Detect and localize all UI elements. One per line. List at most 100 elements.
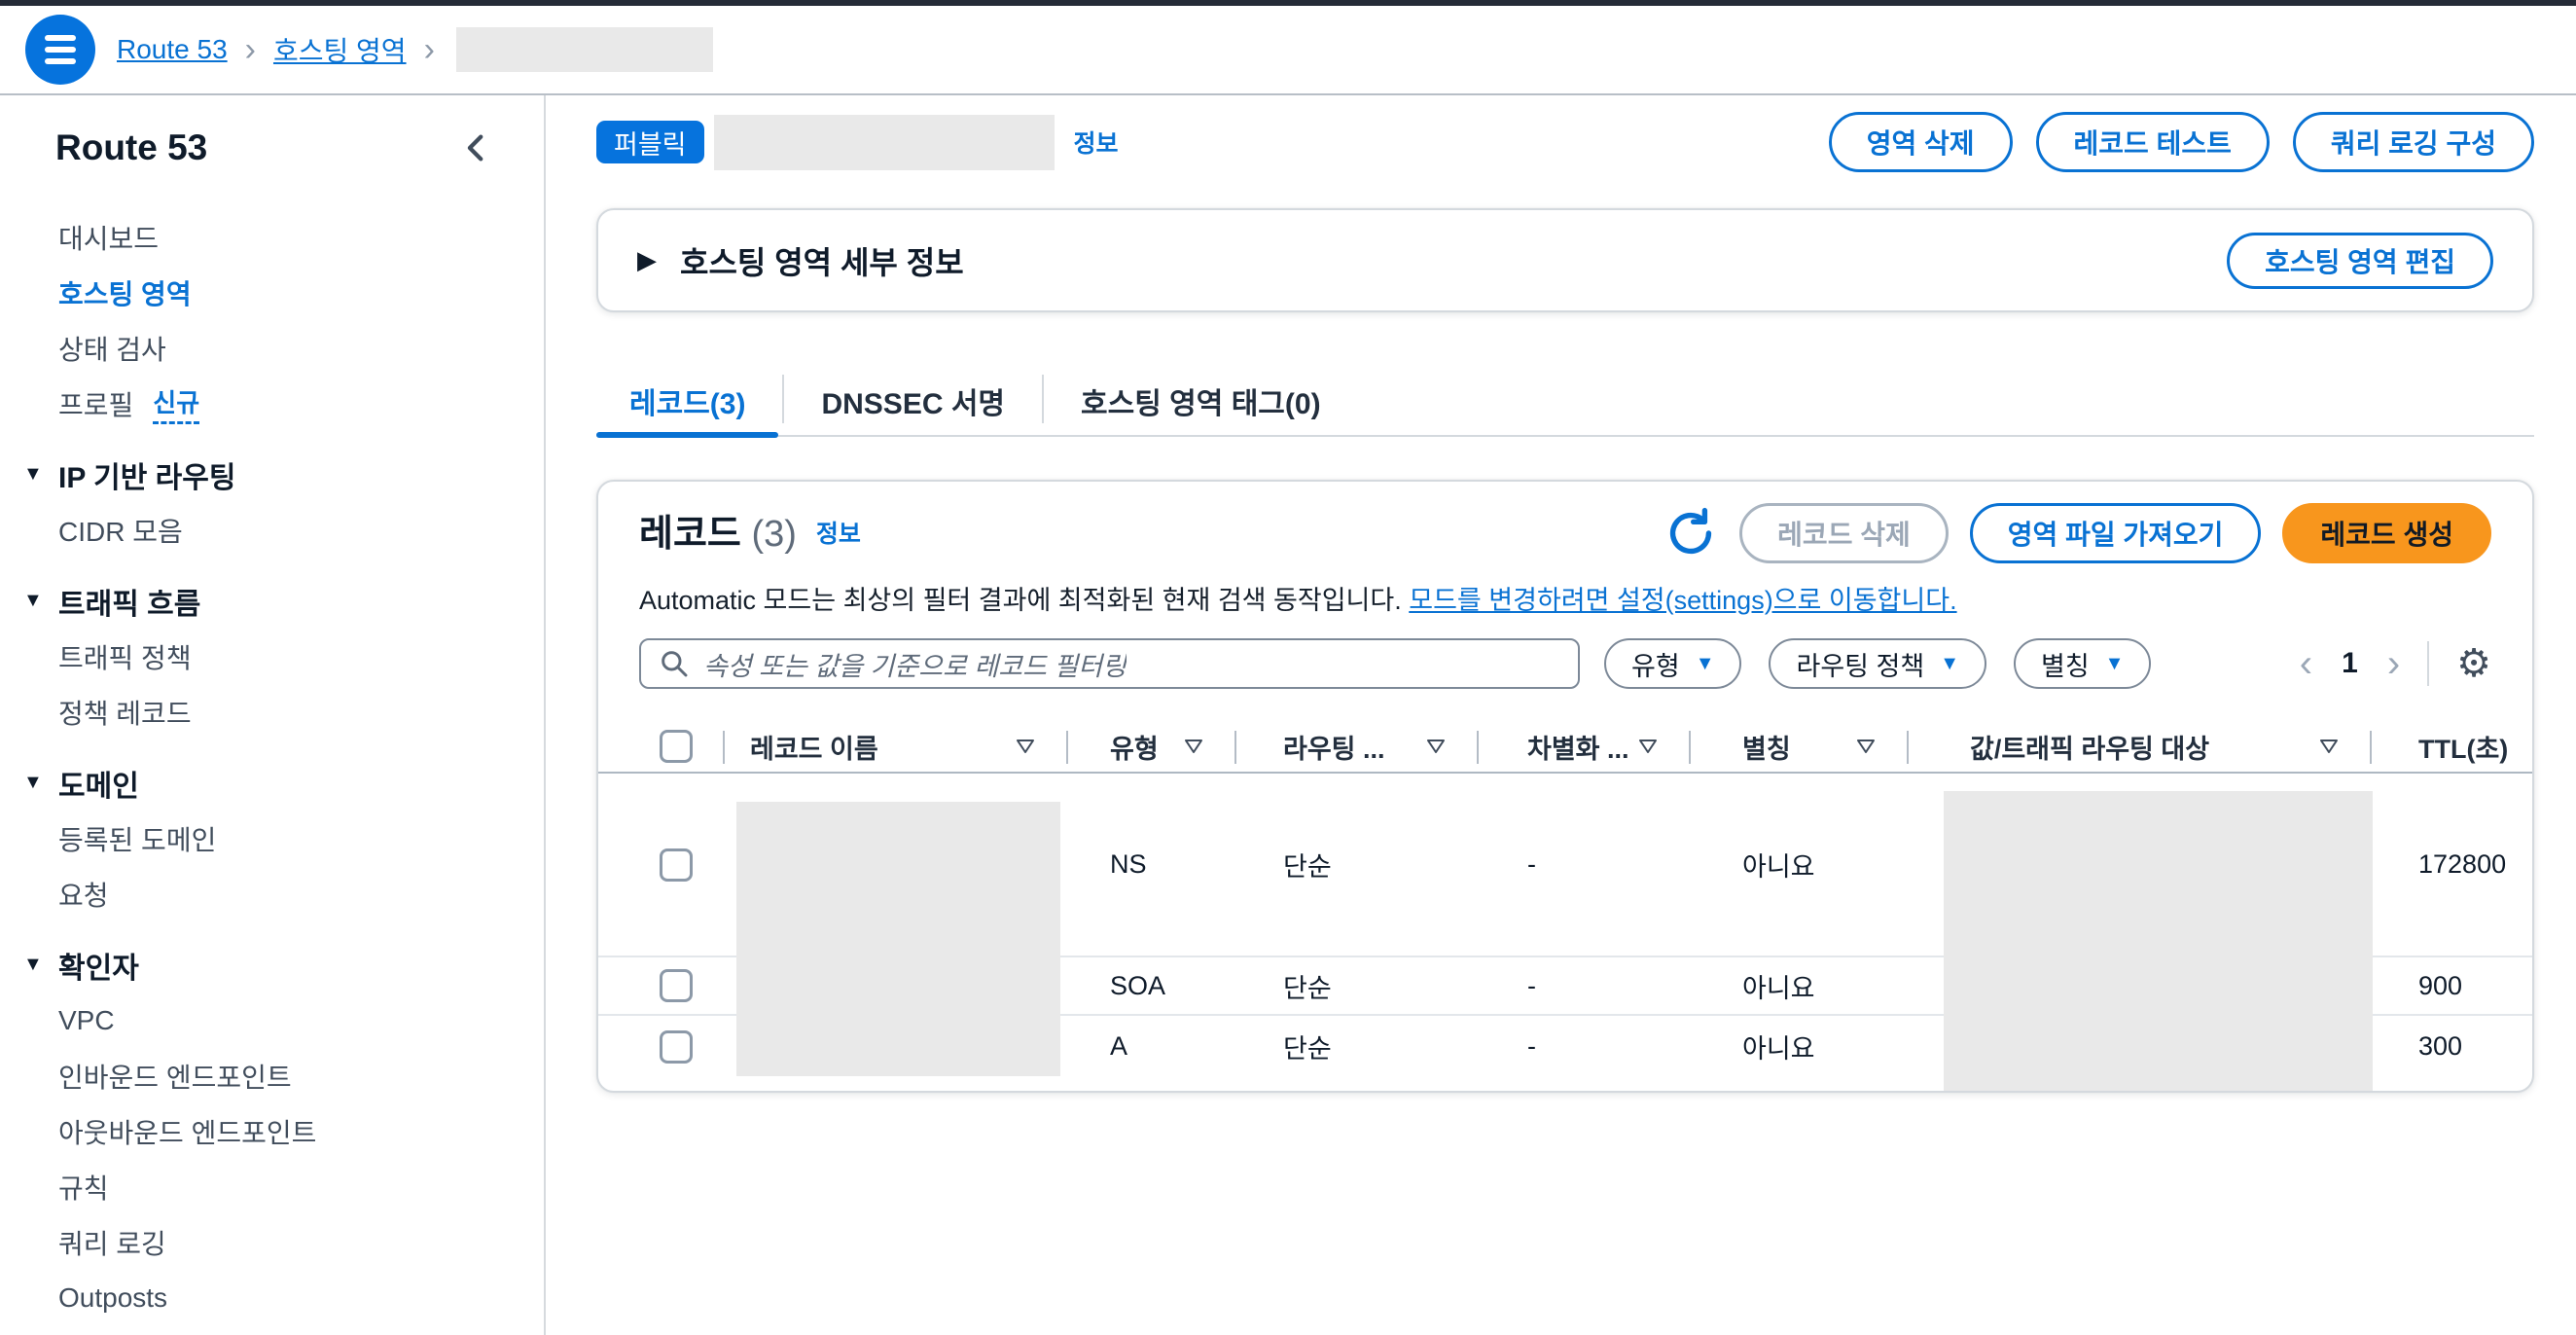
toolbar-divider xyxy=(2427,641,2429,686)
delete-record-button[interactable]: 레코드 삭제 xyxy=(1739,503,1949,563)
settings-mode-link[interactable]: 모드를 변경하려면 설정(settings)으로 이동합니다. xyxy=(1409,586,1956,615)
records-panel-title: 레코드 (3) xyxy=(639,516,797,553)
sidebar-section-resolver[interactable]: ▼ 확인자 xyxy=(0,937,544,992)
tab-hosted-zone-tags[interactable]: 호스팅 영역 태그(0) xyxy=(1048,365,1354,437)
sidebar-section-label: 확인자 xyxy=(58,944,139,987)
record-count: (3) xyxy=(751,514,796,555)
cell-alias: 아니요 xyxy=(1689,1016,1907,1077)
redacted-record-names xyxy=(736,802,1060,1076)
column-header-differentiator[interactable]: 차별화 ... xyxy=(1477,721,1689,772)
row-checkbox[interactable] xyxy=(660,969,693,1002)
triangle-down-icon: ▼ xyxy=(23,463,58,486)
breadcrumb-link-route53[interactable]: Route 53 xyxy=(117,34,228,65)
info-link[interactable]: 정보 xyxy=(1074,125,1119,160)
filter-toolbar: 속성 또는 값을 기준으로 레코드 필터링 유형 ▼ 라우팅 정책 ▼ 별칭 ▼… xyxy=(639,638,2491,689)
sidebar-item-outbound-endpoints[interactable]: 아웃바운드 엔드포인트 xyxy=(0,1103,544,1159)
alias-filter-dropdown[interactable]: 별칭 ▼ xyxy=(2014,638,2151,689)
breadcrumb-bar: Route 53 › 호스팅 영역 › xyxy=(0,6,2576,95)
sidebar-section-domains[interactable]: ▼ 도메인 xyxy=(0,755,544,811)
redacted-zone-name xyxy=(456,27,713,72)
cell-differentiator: - xyxy=(1477,774,1689,956)
sidebar-item-label: 프로필 xyxy=(58,384,133,423)
row-checkbox[interactable] xyxy=(660,1030,693,1064)
previous-page-button[interactable]: ‹ xyxy=(2300,644,2312,683)
sidebar-item-hosted-zones[interactable]: 호스팅 영역 xyxy=(0,265,544,320)
import-zone-file-button[interactable]: 영역 파일 가져오기 xyxy=(1970,503,2262,563)
zone-type-badge: 퍼블릭 xyxy=(596,121,704,163)
select-all-checkbox[interactable] xyxy=(660,730,693,763)
create-record-button[interactable]: 레코드 생성 xyxy=(2282,503,2491,563)
tab-label: 레코드(3) xyxy=(629,379,745,422)
hamburger-icon xyxy=(45,35,76,41)
type-filter-dropdown[interactable]: 유형 ▼ xyxy=(1604,638,1741,689)
redacted-record-values xyxy=(1944,791,2373,1093)
hamburger-menu-button[interactable] xyxy=(25,15,95,85)
filter-label: 라우팅 정책 xyxy=(1796,645,1924,683)
details-expander[interactable]: ▶ 호스팅 영역 세부 정보 xyxy=(637,238,964,283)
sort-icon xyxy=(1856,739,1876,754)
column-label: 레코드 이름 xyxy=(750,728,878,766)
sidebar-section-label: IP 기반 라우팅 xyxy=(58,453,235,496)
sidebar-item-vpc[interactable]: VPC xyxy=(0,992,544,1048)
sidebar-item-outposts[interactable]: Outposts xyxy=(0,1270,544,1325)
pagination: ‹ 1 › xyxy=(2300,644,2400,683)
breadcrumb-link-hosted-zones[interactable]: 호스팅 영역 xyxy=(273,30,407,69)
tab-records[interactable]: 레코드(3) xyxy=(596,365,778,437)
tab-dnssec-signing[interactable]: DNSSEC 서명 xyxy=(788,365,1038,437)
sidebar-item-policy-records[interactable]: 정책 레코드 xyxy=(0,684,544,740)
sort-icon xyxy=(1184,739,1203,754)
caret-down-icon: ▼ xyxy=(1940,653,1959,675)
triangle-down-icon: ▼ xyxy=(23,772,58,794)
sidebar-item-profiles[interactable]: 프로필 신규 xyxy=(0,376,544,431)
cell-ttl: 900 xyxy=(2370,957,2532,1014)
refresh-icon xyxy=(1664,507,1717,559)
filter-label: 유형 xyxy=(1631,645,1680,683)
routing-policy-filter-dropdown[interactable]: 라우팅 정책 ▼ xyxy=(1769,638,1986,689)
delete-zone-button[interactable]: 영역 삭제 xyxy=(1829,112,2013,172)
sidebar-item-traffic-policies[interactable]: 트래픽 정책 xyxy=(0,629,544,684)
sidebar-section-traffic-flow[interactable]: ▼ 트래픽 흐름 xyxy=(0,573,544,629)
breadcrumb: Route 53 › 호스팅 영역 › xyxy=(117,27,713,72)
configure-query-logging-button[interactable]: 쿼리 로깅 구성 xyxy=(2293,112,2534,172)
collapse-sidebar-button[interactable] xyxy=(460,131,493,164)
sidebar-item-registered-domains[interactable]: 등록된 도메인 xyxy=(0,811,544,866)
column-header-type[interactable]: 유형 xyxy=(1066,721,1234,772)
column-header-record-name[interactable]: 레코드 이름 xyxy=(723,721,1066,772)
cell-routing: 단순 xyxy=(1234,774,1477,956)
sort-icon xyxy=(1638,739,1658,754)
column-header-ttl[interactable]: TTL(초) xyxy=(2370,721,2532,772)
sidebar-item-cidr-collections[interactable]: CIDR 모음 xyxy=(0,502,544,558)
tab-label: 호스팅 영역 태그(0) xyxy=(1081,379,1321,422)
sidebar-title: Route 53 xyxy=(55,127,207,168)
records-table: 레코드 이름 유형 라우팅 ... 차별화 ... 별칭 xyxy=(598,721,2532,1077)
column-header-alias[interactable]: 별칭 xyxy=(1689,721,1907,772)
column-label: 라우팅 ... xyxy=(1283,728,1385,766)
cell-type: A xyxy=(1066,1016,1234,1077)
sidebar-item-dashboard[interactable]: 대시보드 xyxy=(0,209,544,265)
info-link[interactable]: 정보 xyxy=(816,515,861,550)
row-checkbox[interactable] xyxy=(660,848,693,882)
current-page-number[interactable]: 1 xyxy=(2342,647,2358,680)
triangle-down-icon: ▼ xyxy=(23,954,58,976)
sidebar-section-ip-based-routing[interactable]: ▼ IP 기반 라우팅 xyxy=(0,447,544,502)
column-header-routing[interactable]: 라우팅 ... xyxy=(1234,721,1477,772)
details-panel-title: 호스팅 영역 세부 정보 xyxy=(680,238,964,283)
sidebar-nav: 대시보드 호스팅 영역 상태 검사 프로필 신규 ▼ IP 기반 라우팅 CID… xyxy=(0,209,544,1325)
settings-gear-icon[interactable]: ⚙ xyxy=(2456,644,2491,683)
table-header-row: 레코드 이름 유형 라우팅 ... 차별화 ... 별칭 xyxy=(598,721,2532,774)
edit-hosted-zone-button[interactable]: 호스팅 영역 편집 xyxy=(2227,233,2493,289)
sidebar-item-requests[interactable]: 요청 xyxy=(0,866,544,921)
sidebar-item-health-checks[interactable]: 상태 검사 xyxy=(0,320,544,376)
next-page-button[interactable]: › xyxy=(2387,644,2400,683)
sidebar-item-inbound-endpoints[interactable]: 인바운드 엔드포인트 xyxy=(0,1048,544,1103)
sort-icon xyxy=(1426,739,1446,754)
new-badge-link[interactable]: 신규 xyxy=(153,383,199,424)
sidebar-item-rules[interactable]: 규칙 xyxy=(0,1159,544,1214)
test-record-button[interactable]: 레코드 테스트 xyxy=(2036,112,2270,172)
hosted-zone-details-panel: ▶ 호스팅 영역 세부 정보 호스팅 영역 편집 xyxy=(596,208,2534,312)
record-filter-input[interactable]: 속성 또는 값을 기준으로 레코드 필터링 xyxy=(639,638,1580,689)
column-header-value[interactable]: 값/트래픽 라우팅 대상 xyxy=(1907,721,2370,772)
sidebar-item-query-logging[interactable]: 쿼리 로깅 xyxy=(0,1214,544,1270)
column-label: 값/트래픽 라우팅 대상 xyxy=(1970,728,2209,766)
refresh-button[interactable] xyxy=(1664,506,1718,560)
